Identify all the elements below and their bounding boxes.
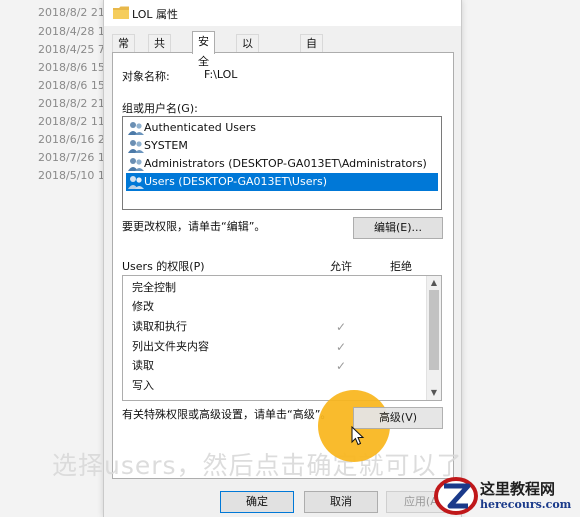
file-date: 2018/4/25 7: xyxy=(38,43,108,56)
tab-security[interactable]: 安全 xyxy=(192,31,215,68)
check-icon: ✓ xyxy=(336,359,347,373)
check-icon: ✓ xyxy=(336,320,347,334)
advanced-button[interactable]: 高级(V) xyxy=(353,407,443,429)
video-subtitle: 选择users，然后点击确定就可以了 xyxy=(52,451,463,480)
object-name-value: F:\LOL xyxy=(204,68,238,81)
scroll-down-arrow-icon[interactable]: ▼ xyxy=(427,386,441,400)
allow-header: 允许 xyxy=(330,260,352,273)
file-date: 2018/4/28 18: xyxy=(38,25,108,38)
users-icon xyxy=(128,122,144,135)
mouse-cursor-icon xyxy=(351,426,365,446)
permission-row: 写入 xyxy=(132,376,422,396)
tab-sharing[interactable]: 共享 xyxy=(148,34,171,68)
permissions-list[interactable]: 完全控制 修改 读取和执行 ✓ 列出文件夹内容 ✓ 读取 ✓ 写入 ▲ ▼ xyxy=(122,275,442,401)
group-name: Users (DESKTOP-GA013ET\Users) xyxy=(144,175,328,188)
file-date: 2018/8/2 11: xyxy=(38,115,108,128)
users-icon xyxy=(128,140,144,153)
edit-hint: 要更改权限，请单击“编辑”。 xyxy=(122,220,266,233)
file-date: 2018/6/16 20: xyxy=(38,133,108,146)
deny-header: 拒绝 xyxy=(390,260,412,273)
site-logo-icon xyxy=(434,477,478,515)
file-date: 2018/8/2 21: xyxy=(38,6,108,19)
properties-dialog: LOL 属性 常规 共享 安全 以前的版本 自定义 对象名称: F:\LOL 组… xyxy=(103,0,462,517)
file-date: 2018/5/10 15: xyxy=(38,169,108,182)
tab-customize[interactable]: 自定义 xyxy=(300,34,323,86)
cancel-button[interactable]: 取消 xyxy=(304,491,378,513)
users-icon xyxy=(128,176,144,189)
permission-name: 读取和执行 xyxy=(132,320,187,333)
permission-name: 写入 xyxy=(132,379,154,392)
tab-previous-versions[interactable]: 以前的版本 xyxy=(236,34,259,122)
watermark-title: 这里教程网 xyxy=(480,480,556,498)
edit-button[interactable]: 编辑(E)... xyxy=(353,217,443,239)
permission-name: 读取 xyxy=(132,359,154,372)
ok-button[interactable]: 确定 xyxy=(220,491,294,513)
dialog-title: LOL 属性 xyxy=(132,8,179,21)
permission-name: 完全控制 xyxy=(132,281,176,294)
file-date: 2018/8/6 15: xyxy=(38,61,108,74)
permission-row: 修改 xyxy=(132,297,422,317)
permissions-label: Users 的权限(P) xyxy=(122,260,205,273)
file-date: 2018/8/6 15: xyxy=(38,79,108,92)
group-name: SYSTEM xyxy=(144,139,188,152)
tab-general[interactable]: 常规 xyxy=(112,34,135,68)
scroll-thumb[interactable] xyxy=(429,290,439,370)
folder-icon xyxy=(113,6,129,19)
permission-row: 读取 ✓ xyxy=(132,356,422,376)
group-list-label: 组或用户名(G): xyxy=(122,102,198,115)
watermark-url: herecours.com xyxy=(480,498,572,511)
list-item[interactable]: Administrators (DESKTOP-GA013ET\Administ… xyxy=(126,155,438,173)
file-date: 2018/8/2 21: xyxy=(38,97,108,110)
users-icon xyxy=(128,158,144,171)
permission-row: 读取和执行 ✓ xyxy=(132,317,422,337)
object-name-label: 对象名称: xyxy=(122,70,170,83)
group-name: Administrators (DESKTOP-GA013ET\Administ… xyxy=(144,157,427,170)
permission-name: 修改 xyxy=(132,300,154,313)
permissions-scrollbar[interactable]: ▲ ▼ xyxy=(426,276,441,400)
permission-row: 完全控制 xyxy=(132,278,422,298)
screen: 2018/8/2 21: 2018/4/28 18: 2018/4/25 7: … xyxy=(0,0,580,517)
dialog-titlebar[interactable]: LOL 属性 xyxy=(104,0,461,26)
file-date: 2018/7/26 10: xyxy=(38,151,108,164)
group-name: Authenticated Users xyxy=(144,121,257,134)
list-item[interactable]: Authenticated Users xyxy=(126,119,438,137)
list-item[interactable]: SYSTEM xyxy=(126,137,438,155)
permission-name: 列出文件夹内容 xyxy=(132,340,209,353)
scroll-up-arrow-icon[interactable]: ▲ xyxy=(427,276,441,290)
permission-row: 列出文件夹内容 ✓ xyxy=(132,337,422,357)
advanced-hint: 有关特殊权限或高级设置，请单击“高级”。 xyxy=(122,408,332,421)
check-icon: ✓ xyxy=(336,340,347,354)
group-user-list[interactable]: Authenticated Users SYSTEM Administrator… xyxy=(122,116,442,210)
list-item-selected[interactable]: Users (DESKTOP-GA013ET\Users) xyxy=(126,173,438,191)
